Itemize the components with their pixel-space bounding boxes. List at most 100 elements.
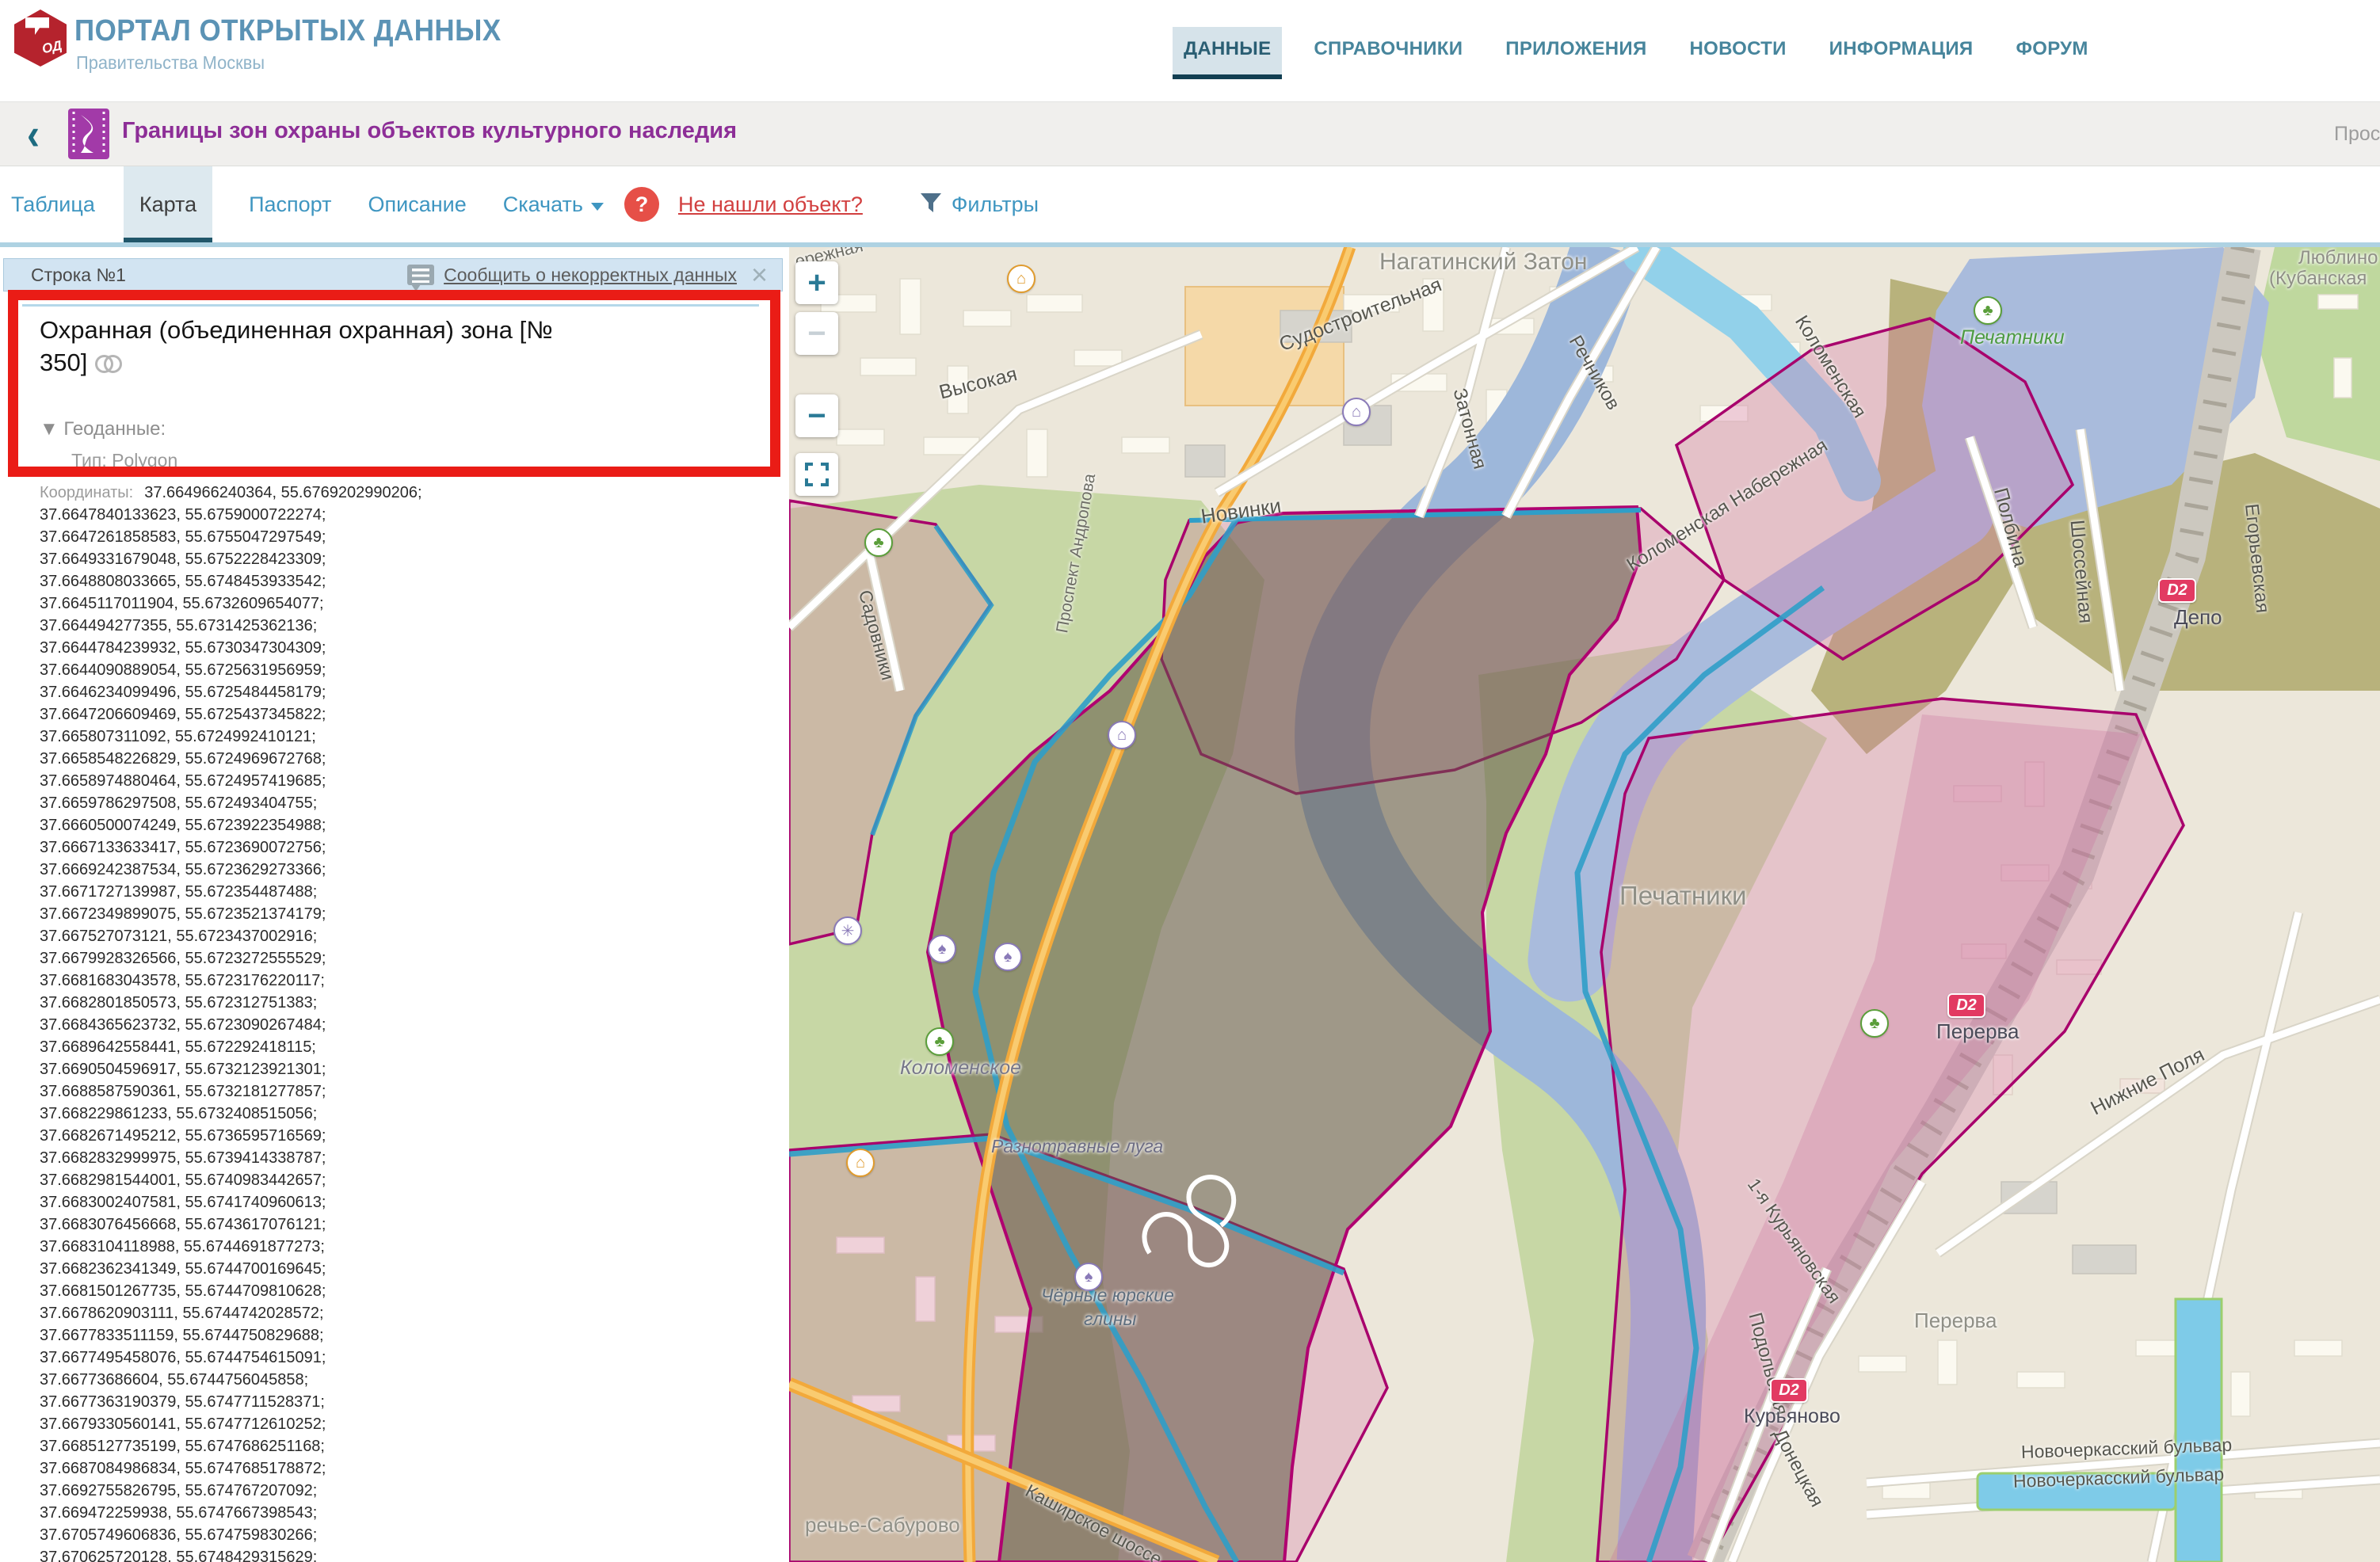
tab[interactable]: Карта (124, 166, 212, 242)
map-canvas (789, 247, 2380, 1562)
coordinate-pair: 37.6683002407581, 55.6741740960613; (40, 1191, 547, 1213)
coordinate-pair: 37.6689642558441, 55.672292418115; (40, 1036, 547, 1058)
dataset-title[interactable]: Границы зон охраны объектов культурного … (122, 118, 737, 144)
zoom-in-button[interactable]: + (795, 261, 838, 304)
nav-item[interactable]: ИНФОРМАЦИЯ (1818, 27, 1985, 79)
map-label: Нагатинский Затон (1379, 249, 1588, 276)
coordinate-pair: 37.668229861233, 55.6732408515056; (40, 1103, 547, 1125)
filter-icon[interactable] (918, 190, 944, 219)
views-label[interactable]: Просмотре (2334, 123, 2380, 146)
coordinate-pair: 37.667527073121, 55.6723437002916; (40, 925, 547, 947)
map[interactable]: ережнаяВысокаяСудостроительнаяНагатински… (789, 247, 2380, 1562)
map-label: Депо (2174, 605, 2222, 630)
geometry-type: Тип: Polygon (71, 450, 177, 471)
coordinates-block: Координаты:37.664966240364, 55.676920299… (40, 482, 547, 1562)
coordinate-pair: 37.6678620903111, 55.6744742028572; (40, 1302, 547, 1324)
tab[interactable]: Таблица (11, 166, 95, 242)
nav-item[interactable]: ФОРУМ (2004, 27, 2099, 79)
coordinates-list: 37.6647840133623, 55.6759000722274; 37.66… (40, 504, 547, 1562)
download-button[interactable]: Скачать (503, 192, 583, 217)
coordinate-pair: 37.6682671495212, 55.6736595716569; (40, 1125, 547, 1147)
object-title: Охранная (объединенная охранная) зона [№… (40, 314, 594, 379)
coordinate-pair: 37.664494277355, 55.6731425362136; (40, 615, 547, 637)
coordinates-first-line: Координаты:37.664966240364, 55.676920299… (40, 482, 547, 504)
coordinate-pair: 37.6648808033665, 55.6748453933542; (40, 570, 547, 592)
link-icon[interactable] (95, 355, 122, 371)
poi-icon[interactable]: ⌂ (1007, 265, 1036, 293)
coordinate-pair: 37.66773686604, 55.6744756045858; (40, 1369, 547, 1391)
poi-icon[interactable]: ♠ (994, 943, 1022, 971)
nav-item[interactable]: ПРИЛОЖЕНИЯ (1494, 27, 1657, 79)
map-label: речье-Сабурово (805, 1513, 960, 1537)
d2-station-badge[interactable]: D2 (1947, 993, 1985, 1018)
d2-station-badge[interactable]: D2 (1770, 1378, 1808, 1403)
map-label: Перерва (1914, 1309, 1997, 1333)
nav-item[interactable]: ДАННЫЕ (1173, 27, 1282, 79)
site-header: ОД ПОРТАЛ ОТКРЫТЫХ ДАННЫХ Правительства … (0, 0, 2380, 101)
coordinate-pair: 37.6683076456668, 55.6743617076121; (40, 1213, 547, 1236)
map-label: Перерва (1936, 1019, 2020, 1044)
portal-logo-icon[interactable]: ОД (14, 10, 67, 67)
coordinate-pair: 37.6682362341349, 55.6744700169645; (40, 1258, 547, 1280)
divider (22, 304, 759, 307)
help-icon[interactable]: ? (624, 187, 659, 222)
tab[interactable]: Описание (368, 166, 466, 242)
coordinate-pair: 37.6658548226829, 55.6724969672768; (40, 748, 547, 770)
coordinate-pair: 37.6687084986834, 55.6747685178872; (40, 1457, 547, 1480)
map-label: глины (1084, 1309, 1136, 1330)
coordinate-pair: 37.6672349899075, 55.6723521374179; (40, 903, 547, 925)
map-label: Чёрные юрские (1041, 1285, 1174, 1306)
poi-icon[interactable]: ✳ (833, 916, 862, 945)
coordinate-pair: 37.6659786297508, 55.672493404755; (40, 792, 547, 814)
coordinate-pair: 37.6644784239932, 55.6730347304309; (40, 637, 547, 659)
coordinate-pair: 37.6681501267735, 55.6744709810628; (40, 1280, 547, 1302)
chevron-down-icon[interactable] (591, 203, 604, 211)
fullscreen-button[interactable] (795, 453, 838, 496)
poi-icon[interactable]: ⌂ (846, 1149, 875, 1177)
coordinate-pair: 37.6682832999975, 55.6739414338787; (40, 1147, 547, 1169)
coordinate-pair: 37.6683104118988, 55.6744691877273; (40, 1236, 547, 1258)
coordinate-pair: 37.6658974880464, 55.6724957419685; (40, 770, 547, 792)
tab-bar: Таблица Карта Паспорт Описание Скачать ? Не… (0, 166, 2380, 242)
poi-icon[interactable]: ♣ (1860, 1009, 1889, 1038)
poi-icon[interactable]: ♣ (864, 528, 893, 557)
d2-station-badge[interactable]: D2 (2158, 578, 2196, 603)
close-icon[interactable]: × (751, 261, 768, 289)
nav-item[interactable]: НОВОСТИ (1679, 27, 1798, 79)
coordinate-pair: 37.6671727139987, 55.672354487488; (40, 881, 547, 903)
nav-item[interactable]: СПРАВОЧНИКИ (1303, 27, 1474, 79)
report-bubble-icon[interactable] (407, 265, 434, 285)
site-title[interactable]: ПОРТАЛ ОТКРЫТЫХ ДАННЫХ (74, 14, 502, 48)
zoom-slider[interactable]: − (795, 312, 838, 355)
coordinate-pair: 37.6684365623732, 55.6723090267484; (40, 1014, 547, 1036)
coordinate-pair: 37.670625720128, 55.6748429315629; (40, 1546, 547, 1562)
coordinate-pair: 37.669472259938, 55.6747667398543; (40, 1502, 547, 1524)
poi-icon[interactable]: ⌂ (1342, 398, 1371, 426)
coordinate-pair: 37.6692755826795, 55.674767207092; (40, 1480, 547, 1502)
coordinate-pair: 37.6682981544001, 55.6740983442657; (40, 1169, 547, 1191)
dataset-icon (68, 109, 109, 159)
geodata-toggle[interactable]: ▼ Геоданные: (40, 418, 166, 440)
tab[interactable]: Паспорт (249, 166, 331, 242)
coordinate-pair: 37.6660500074249, 55.6723922354988; (40, 814, 547, 836)
row-title: Строка №1 (31, 265, 126, 286)
coordinate-pair: 37.6705749606836, 55.674759830266; (40, 1524, 547, 1546)
coordinate-pair: 37.6647840133623, 55.6759000722274; (40, 504, 547, 526)
back-button[interactable]: ‹ (27, 110, 40, 160)
poi-icon[interactable]: ♣ (925, 1027, 954, 1056)
coordinates-label: Координаты: (40, 484, 133, 501)
coordinate-pair: 37.6681683043578, 55.6723176220117; (40, 970, 547, 992)
poi-icon[interactable]: ♠ (928, 935, 956, 963)
coordinate-pair: 37.6644090889054, 55.6725631956959; (40, 659, 547, 681)
zoom-out-button[interactable]: − (795, 394, 838, 437)
coordinate-pair: 37.6647206609469, 55.6725437345822; (40, 703, 547, 726)
poi-icon[interactable]: ⌂ (1108, 721, 1136, 749)
filters-button[interactable]: Фильтры (952, 192, 1039, 217)
not-found-link[interactable]: Не нашли объект? (678, 192, 863, 217)
poi-icon[interactable]: ♣ (1974, 296, 2002, 325)
coordinate-pair: 37.6679928326566, 55.6723272555529; (40, 947, 547, 970)
coordinate-pair: 37.6646234099496, 55.6725484458179; (40, 681, 547, 703)
site-subtitle: Правительства Москвы (76, 52, 265, 74)
report-incorrect-data-link[interactable]: Сообщить о некорректных данных (444, 265, 737, 286)
coordinate-pair: 37.6679330560141, 55.6747712610252; (40, 1413, 547, 1435)
